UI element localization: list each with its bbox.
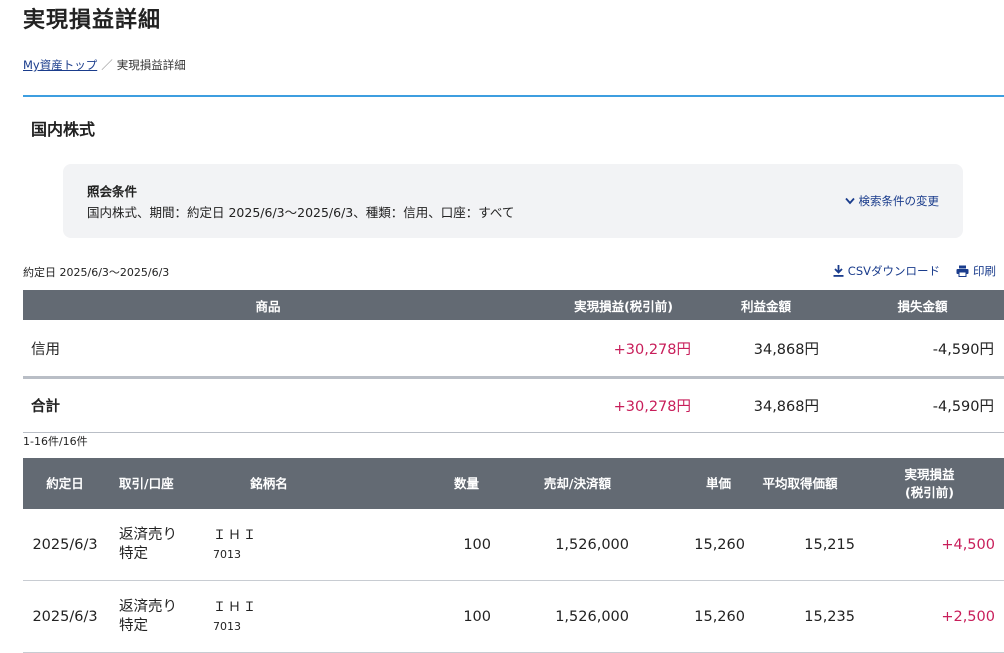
conditions-value: 国内株式、期間：約定日 2025/6/3～2025/6/3、種類：信用、口座：す… [87, 205, 515, 220]
stock-name: ＩＨＩ [213, 527, 259, 543]
summary-table: 商品 実現損益(税引前) 利益金額 損失金額 信用 +30,278円 34,86… [23, 290, 1004, 433]
detail-table: 約定日 取引/口座 銘柄名 数量 売却/決済額 単価 平均取得価額 実現損益 (… [23, 458, 1004, 653]
avg-price: 15,235 [745, 580, 855, 653]
total-realized: +30,278円 [513, 377, 691, 433]
summary-realized: +30,278円 [513, 320, 691, 379]
account-type: 特定 [119, 617, 148, 634]
total-profit: 34,868円 [691, 377, 841, 433]
change-conditions-button[interactable]: 検索条件の変更 [844, 193, 940, 209]
header-realized-pl-line2: (税引前) [905, 484, 954, 500]
trade-date: 2025/6/3 [23, 509, 107, 581]
trade-type: 返済売り [119, 526, 177, 543]
breadcrumb-link-my-assets[interactable]: My資産トップ [23, 58, 97, 72]
stock-code: 7013 [213, 619, 241, 633]
summary-row: 信用 +30,278円 34,868円 -4,590円 [23, 320, 1004, 379]
amount: 1,526,000 [491, 580, 631, 653]
search-conditions-panel: 照会条件 国内株式、期間：約定日 2025/6/3～2025/6/3、種類：信用… [63, 164, 963, 238]
header-quantity: 数量 [339, 458, 491, 509]
csv-download-button[interactable]: CSVダウンロード [833, 263, 940, 279]
section-divider [23, 95, 1004, 97]
page-title: 実現損益詳細 [23, 8, 162, 33]
table-row[interactable]: 2025/6/3 返済売り 特定 ＩＨＩ 7013 100 1,526,000 … [23, 509, 1004, 581]
section-title: 国内株式 [31, 120, 96, 139]
quantity: 100 [339, 509, 491, 581]
summary-profit: 34,868円 [691, 320, 841, 379]
unit-price: 15,260 [631, 580, 745, 653]
toolbar: CSVダウンロード 印刷 [833, 263, 996, 279]
printer-icon [956, 265, 969, 277]
conditions-label: 照会条件 [87, 184, 138, 199]
table-row[interactable]: 2025/6/3 返済売り 特定 ＩＨＩ 7013 100 1,526,000 … [23, 580, 1004, 653]
amount: 1,526,000 [491, 509, 631, 581]
header-loss: 損失金額 [841, 290, 1004, 320]
trade-type: 返済売り [119, 598, 177, 615]
trade-account-cell: 返済売り 特定 [107, 580, 199, 653]
total-label: 合計 [23, 377, 513, 433]
header-realized-pl-line1: 実現損益 [904, 466, 955, 482]
total-loss: -4,590円 [841, 377, 1004, 433]
stock-name: ＩＨＩ [213, 599, 259, 615]
csv-download-label: CSVダウンロード [847, 264, 940, 278]
header-amount: 売却/決済額 [491, 458, 631, 509]
summary-product: 信用 [23, 320, 513, 379]
account-type: 特定 [119, 545, 148, 562]
stock-code: 7013 [213, 547, 241, 561]
header-price: 単価 [631, 458, 745, 509]
stock-cell: ＩＨＩ 7013 [199, 580, 339, 653]
realized-pl: +2,500 [855, 580, 1004, 653]
trade-date: 2025/6/3 [23, 580, 107, 653]
period-label: 約定日 2025/6/3～2025/6/3 [23, 266, 170, 279]
download-icon [833, 265, 844, 277]
header-realized: 実現損益(税引前) [513, 290, 691, 320]
header-trade-account: 取引/口座 [107, 458, 199, 509]
print-label: 印刷 [973, 264, 996, 278]
header-profit: 利益金額 [691, 290, 841, 320]
breadcrumb: My資産トップ ／実現損益詳細 [23, 57, 186, 73]
detail-header-row: 約定日 取引/口座 銘柄名 数量 売却/決済額 単価 平均取得価額 実現損益 (… [23, 458, 1004, 509]
avg-price: 15,215 [745, 509, 855, 581]
print-button[interactable]: 印刷 [956, 263, 996, 279]
summary-loss: -4,590円 [841, 320, 1004, 379]
breadcrumb-current: 実現損益詳細 [116, 58, 186, 72]
realized-pl: +4,500 [855, 509, 1004, 581]
chevron-down-icon [844, 197, 855, 205]
stock-cell: ＩＨＩ 7013 [199, 509, 339, 581]
trade-account-cell: 返済売り 特定 [107, 509, 199, 581]
quantity: 100 [339, 580, 491, 653]
header-product: 商品 [23, 290, 513, 320]
summary-total-row: 合計 +30,278円 34,868円 -4,590円 [23, 377, 1004, 433]
result-count: 1-16件/16件 [23, 435, 88, 448]
header-stock-name: 銘柄名 [199, 458, 339, 509]
header-realized-pl: 実現損益 (税引前) [855, 458, 1004, 509]
summary-header-row: 商品 実現損益(税引前) 利益金額 損失金額 [23, 290, 1004, 320]
breadcrumb-separator: ／ [101, 58, 113, 72]
header-trade-date: 約定日 [23, 458, 107, 509]
change-conditions-label: 検索条件の変更 [858, 194, 940, 208]
header-avg-price: 平均取得価額 [745, 458, 855, 509]
unit-price: 15,260 [631, 509, 745, 581]
